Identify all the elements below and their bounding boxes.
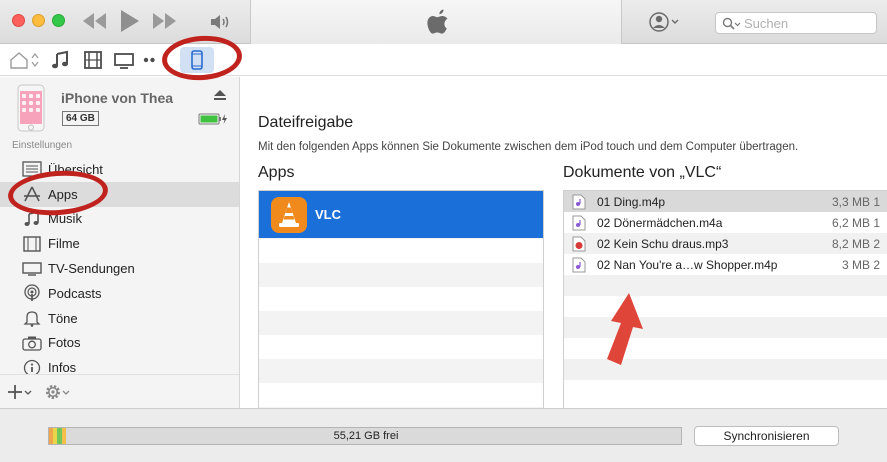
document-name: 02 Kein Schu draus.mp3: [597, 237, 729, 251]
audio-file-icon: [572, 257, 586, 273]
sidebar: iPhone von Thea 64 GB Einstellungen Über…: [0, 77, 240, 408]
volume-icon[interactable]: [209, 13, 233, 31]
media-toolbar: [0, 44, 887, 76]
film-icon: [23, 236, 41, 252]
capacity-badge: 64 GB: [62, 111, 99, 126]
podcast-icon: [24, 284, 40, 302]
more-icon[interactable]: [143, 56, 159, 64]
app-row-vlc[interactable]: VLC: [259, 191, 543, 238]
sidebar-item-label: Töne: [48, 310, 78, 326]
documents-heading: Dokumente von „VLC“: [563, 164, 722, 181]
document-row[interactable]: 02 Dönermädchen.m4a 6,2 MB 1: [564, 212, 887, 233]
add-icon[interactable]: [7, 383, 33, 401]
account-button[interactable]: [648, 11, 684, 33]
storage-free-label: 55,21 GB frei: [333, 430, 399, 442]
window-zoom-button[interactable]: [52, 14, 65, 27]
settings-section-label: Einstellungen: [12, 140, 73, 151]
fast-forward-icon[interactable]: [151, 9, 179, 33]
document-size: 3 MB 2: [841, 258, 880, 272]
bottom-bar: 55,21 GB frei Synchronisieren: [0, 408, 887, 462]
page-title: Dateifreigabe: [258, 114, 354, 131]
search-input[interactable]: [744, 15, 872, 31]
device-name: iPhone von Thea: [61, 90, 174, 106]
status-display: [250, 0, 622, 44]
vlc-app-icon: [271, 196, 307, 233]
document-size: 6,2 MB 1: [831, 216, 880, 230]
apps-list: VLC: [258, 190, 544, 408]
sidebar-footer: [0, 374, 239, 408]
bell-icon: [23, 311, 41, 327]
document-row[interactable]: 02 Kein Schu draus.mp3 8,2 MB 2: [564, 233, 887, 254]
document-size: 8,2 MB 2: [831, 237, 880, 251]
apple-logo-icon: [427, 9, 448, 34]
sidebar-item-podcasts[interactable]: Podcasts: [0, 281, 239, 306]
document-name: 01 Ding.m4p: [597, 195, 666, 209]
sidebar-item-label: Podcasts: [48, 285, 102, 301]
library-selector-icon[interactable]: [8, 49, 40, 71]
iphone-device-icon: [17, 84, 45, 132]
sync-button[interactable]: Synchronisieren: [694, 426, 839, 446]
user-icon: [649, 12, 679, 32]
document-row[interactable]: 02 Nan You're a…w Shopper.m4p 3 MB 2: [564, 254, 887, 275]
play-icon[interactable]: [117, 8, 141, 34]
sidebar-item-tv-shows[interactable]: TV-Sendungen: [0, 256, 239, 281]
sidebar-item-photos[interactable]: Fotos: [0, 331, 239, 356]
window-minimize-button[interactable]: [32, 14, 45, 27]
document-name: 02 Nan You're a…w Shopper.m4p: [597, 258, 778, 272]
storage-usage-bar: 55,21 GB frei: [48, 427, 682, 445]
document-name: 02 Dönermädchen.m4a: [597, 216, 723, 230]
rewind-icon[interactable]: [80, 9, 108, 33]
audio-file-icon: [572, 215, 586, 231]
title-bar: [0, 0, 887, 44]
page-description: Mit den folgenden Apps können Sie Dokume…: [258, 141, 799, 153]
tv-icon: [22, 261, 42, 276]
mp3-file-icon: [572, 236, 586, 252]
apps-heading: Apps: [258, 164, 295, 181]
main-content: Dateifreigabe Mit den folgenden Apps kön…: [241, 77, 887, 408]
music-icon[interactable]: [50, 50, 70, 70]
arrow-up-icon: [607, 293, 643, 365]
document-size: 3,3 MB 1: [831, 195, 880, 209]
search-icon: [722, 17, 741, 30]
window-close-button[interactable]: [12, 14, 25, 27]
search-field[interactable]: [715, 12, 877, 34]
audio-file-icon: [572, 194, 586, 210]
gear-icon[interactable]: [43, 382, 71, 402]
tv-shows-icon[interactable]: [113, 52, 135, 70]
movies-icon[interactable]: [83, 50, 103, 70]
document-row[interactable]: 01 Ding.m4p 3,3 MB 1: [564, 191, 887, 212]
sidebar-item-movies[interactable]: Filme: [0, 231, 239, 256]
battery-charging-icon: [198, 113, 227, 125]
sidebar-item-tones[interactable]: Töne: [0, 306, 239, 331]
sidebar-item-label: Fotos: [48, 335, 81, 351]
camera-icon: [22, 336, 42, 351]
eject-icon[interactable]: [213, 89, 227, 101]
app-name: VLC: [315, 207, 341, 222]
sidebar-item-label: TV-Sendungen: [48, 261, 135, 277]
sidebar-item-label: Filme: [48, 236, 80, 252]
